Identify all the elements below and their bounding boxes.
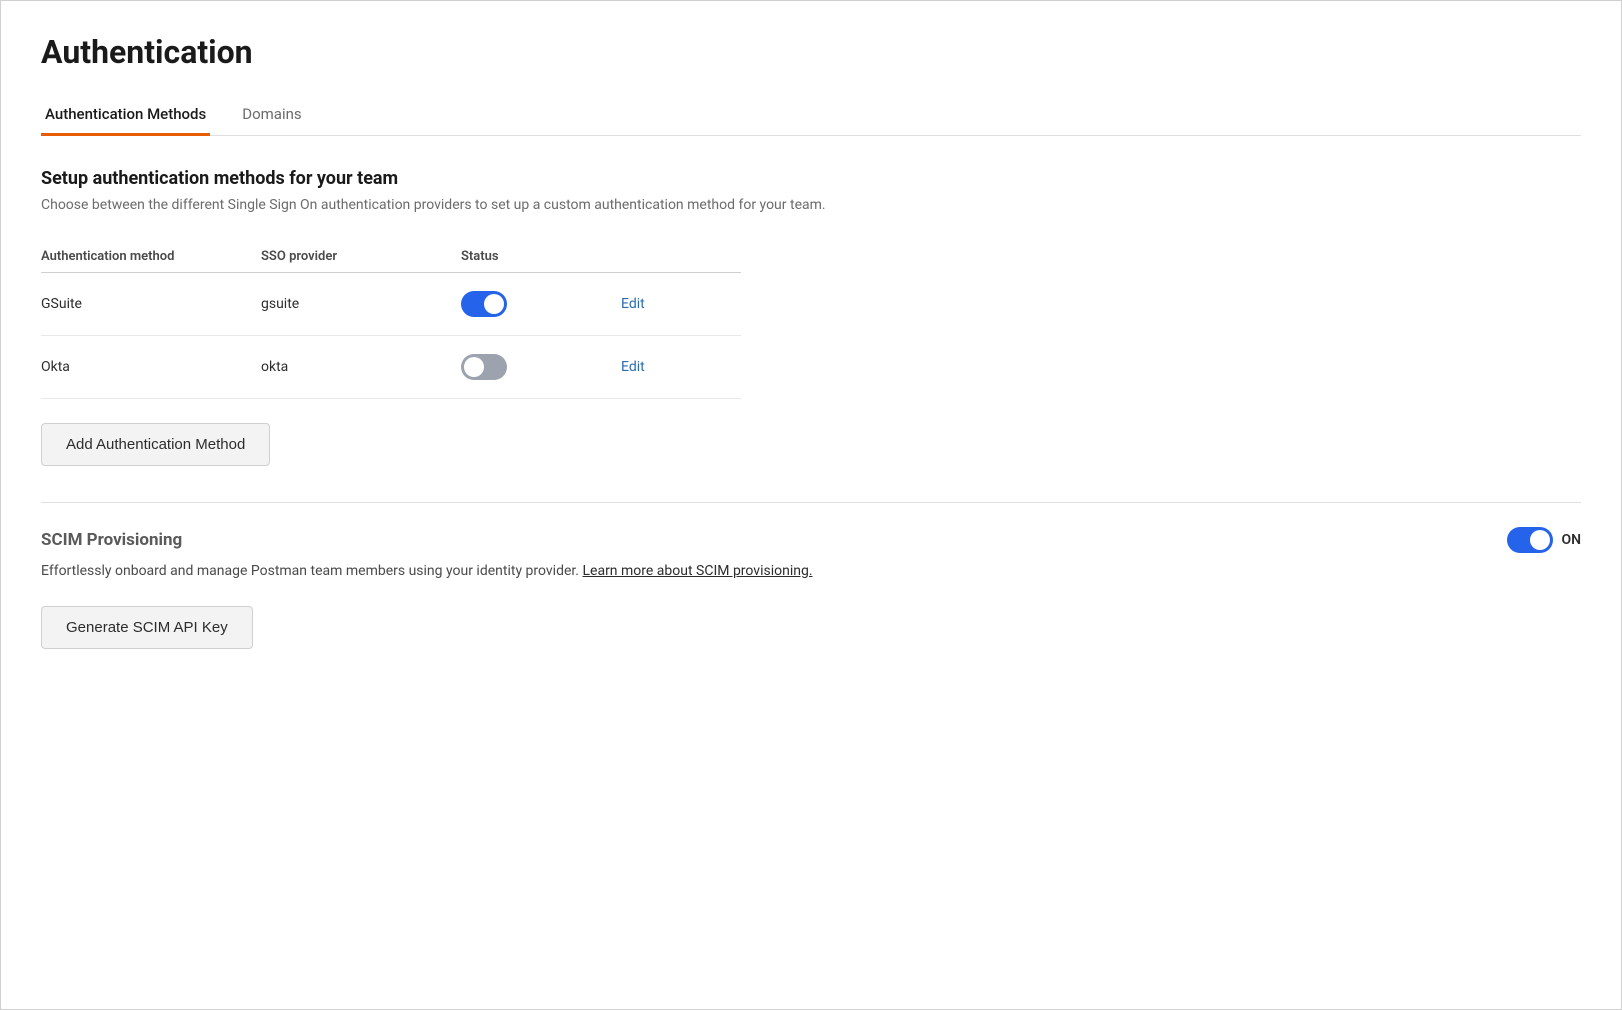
setup-section: Setup authentication methods for your te…	[41, 168, 1581, 213]
row-okta-status	[461, 354, 621, 380]
row-gsuite-status	[461, 291, 621, 317]
page-container: Authentication Authentication Methods Do…	[0, 0, 1622, 1010]
col-action-header	[621, 249, 701, 264]
table-row: GSuite gsuite Edit	[41, 273, 741, 336]
scim-toggle[interactable]	[1507, 527, 1553, 553]
gsuite-edit-link[interactable]: Edit	[621, 296, 645, 312]
scim-title: SCIM Provisioning	[41, 530, 182, 550]
row-gsuite-method: GSuite	[41, 296, 261, 312]
scim-toggle-row: ON	[1507, 527, 1581, 553]
gsuite-toggle-slider	[461, 291, 507, 317]
row-okta-method: Okta	[41, 359, 261, 375]
okta-edit-link[interactable]: Edit	[621, 359, 645, 375]
okta-toggle-slider	[461, 354, 507, 380]
table-header: Authentication method SSO provider Statu…	[41, 241, 741, 273]
add-authentication-method-button[interactable]: Add Authentication Method	[41, 423, 270, 466]
auth-methods-table: Authentication method SSO provider Statu…	[41, 241, 741, 399]
col-method-header: Authentication method	[41, 249, 261, 264]
row-okta-provider: okta	[261, 359, 461, 375]
section-divider	[41, 502, 1581, 503]
scim-toggle-slider	[1507, 527, 1553, 553]
row-gsuite-provider: gsuite	[261, 296, 461, 312]
row-gsuite-action: Edit	[621, 296, 701, 312]
table-row: Okta okta Edit	[41, 336, 741, 399]
row-okta-action: Edit	[621, 359, 701, 375]
setup-section-description: Choose between the different Single Sign…	[41, 197, 1581, 213]
scim-learn-more-link[interactable]: Learn more about SCIM provisioning.	[582, 563, 812, 579]
col-provider-header: SSO provider	[261, 249, 461, 264]
scim-on-label: ON	[1561, 532, 1581, 548]
col-status-header: Status	[461, 249, 621, 264]
generate-scim-api-key-button[interactable]: Generate SCIM API Key	[41, 606, 253, 649]
scim-header: SCIM Provisioning ON	[41, 527, 1581, 553]
okta-toggle-wrapper	[461, 354, 621, 380]
scim-section: SCIM Provisioning ON Effortlessly onboar…	[41, 527, 1581, 685]
gsuite-toggle-wrapper	[461, 291, 621, 317]
tab-authentication-methods[interactable]: Authentication Methods	[41, 95, 210, 136]
tab-domains[interactable]: Domains	[238, 95, 305, 136]
setup-section-title: Setup authentication methods for your te…	[41, 168, 1581, 189]
gsuite-toggle[interactable]	[461, 291, 507, 317]
page-title: Authentication	[41, 33, 1581, 71]
okta-toggle[interactable]	[461, 354, 507, 380]
scim-description: Effortlessly onboard and manage Postman …	[41, 561, 1581, 582]
tabs-bar: Authentication Methods Domains	[41, 95, 1581, 136]
